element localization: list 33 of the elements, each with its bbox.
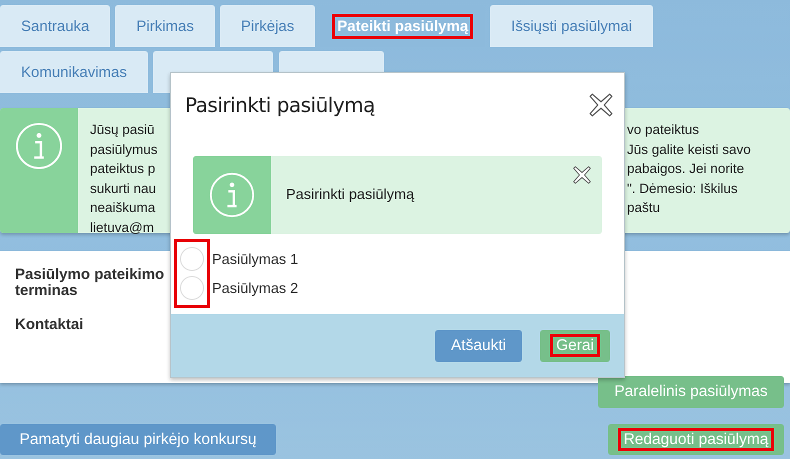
info-text: Jūsų pasiū: [90, 121, 156, 139]
tab[interactable]: Pirkėjas: [220, 5, 316, 47]
radio-button[interactable]: [180, 247, 204, 271]
button[interactable]: Atšaukti: [434, 330, 522, 362]
close-icon[interactable]: [588, 92, 614, 118]
tab[interactable]: Išsiųsti pasiūlymai: [490, 5, 654, 47]
button[interactable]: Paralelinis pasiūlymas: [598, 376, 784, 408]
detail-label: Pasiūlymo pateikimo terminas: [15, 267, 166, 299]
radio-button[interactable]: [180, 276, 204, 300]
info-text: paštu: [627, 199, 662, 217]
info-text: lietuva@m: [90, 218, 155, 236]
dialog-title: Pasirinkti pasiūlymą: [185, 93, 375, 117]
button[interactable]: Redaguoti pasiūlymą: [608, 424, 784, 455]
info-text: ". Dėmesio: Iškilus: [627, 180, 739, 198]
info-icon: [15, 122, 63, 170]
tab[interactable]: Pirkimas: [115, 5, 215, 47]
detail-label: Kontaktai: [15, 317, 84, 333]
info-text: pabaigos. Jei norite: [627, 160, 746, 178]
tab[interactable]: Komunikavimas: [0, 51, 148, 93]
info-text: vo pateiktus: [627, 121, 700, 139]
info-text: Jūs galite keisti savo: [627, 140, 751, 159]
info-text: neaiškuma: [90, 199, 156, 217]
option-label[interactable]: Pasiūlymas 1: [212, 251, 298, 270]
info-text: pasiūlymus: [90, 140, 159, 159]
option-label[interactable]: Pasiūlymas 2: [212, 280, 298, 299]
button[interactable]: Pamatyti daugiau pirkėjo konkursų: [0, 424, 276, 455]
button[interactable]: Gerai: [540, 330, 610, 362]
info-icon: [209, 172, 255, 218]
info-text: sukurti nau: [90, 180, 158, 198]
info-text: pateiktus p: [90, 160, 156, 178]
alert-text: Pasirinkti pasiūlymą: [286, 187, 414, 203]
close-icon[interactable]: [572, 165, 592, 185]
tab[interactable]: Santrauka: [0, 5, 110, 47]
